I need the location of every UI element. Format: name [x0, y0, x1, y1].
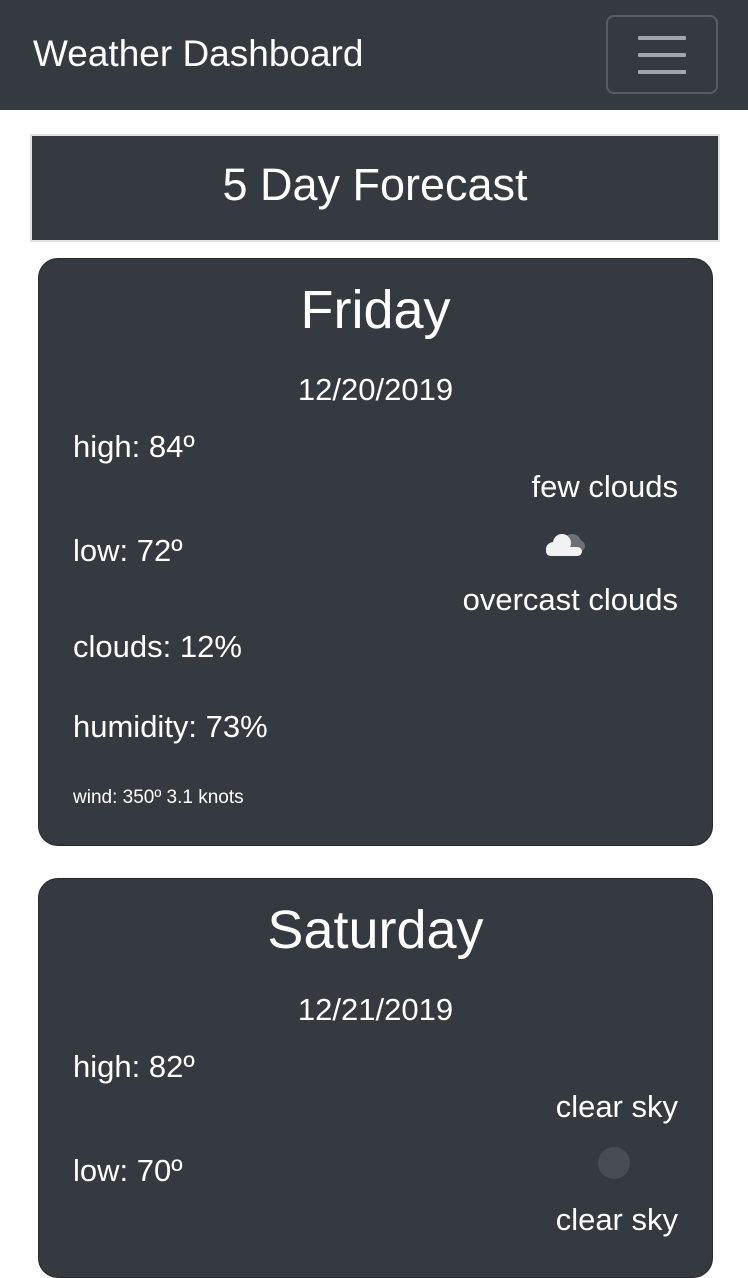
forecast-card-friday: Friday 12/20/2019 high: 84º low: 72º clo…: [38, 258, 713, 846]
forecast-title: 5 Day Forecast: [30, 134, 720, 242]
forecast-card-saturday: Saturday 12/21/2019 high: 82º low: 70º c…: [38, 878, 713, 1278]
weather-description: few clouds: [531, 469, 678, 504]
navbar-brand[interactable]: Weather Dashboard: [33, 31, 363, 77]
humidity-percent: humidity: 73%: [73, 709, 268, 744]
weather-description-secondary: overcast clouds: [462, 582, 678, 617]
forecast-date: 12/21/2019: [297, 992, 454, 1027]
clear-sky-icon: [598, 1147, 630, 1179]
forecast-day: Friday: [300, 280, 451, 340]
weather-description-secondary: clear sky: [555, 1202, 678, 1237]
forecast-date: 12/20/2019: [297, 372, 454, 407]
low-temperature: low: 72º: [73, 533, 183, 568]
navbar: Weather Dashboard: [0, 0, 748, 110]
forecast-day: Saturday: [267, 900, 484, 960]
high-temperature: high: 82º: [73, 1049, 195, 1084]
wind-info: wind: 350º 3.1 knots: [73, 787, 244, 808]
navbar-toggler-button[interactable]: [606, 15, 718, 94]
high-temperature: high: 84º: [73, 429, 195, 464]
cloud-icon: [546, 534, 585, 556]
weather-description: clear sky: [555, 1089, 678, 1124]
clouds-percent: clouds: 12%: [73, 629, 242, 664]
low-temperature: low: 70º: [73, 1153, 183, 1188]
